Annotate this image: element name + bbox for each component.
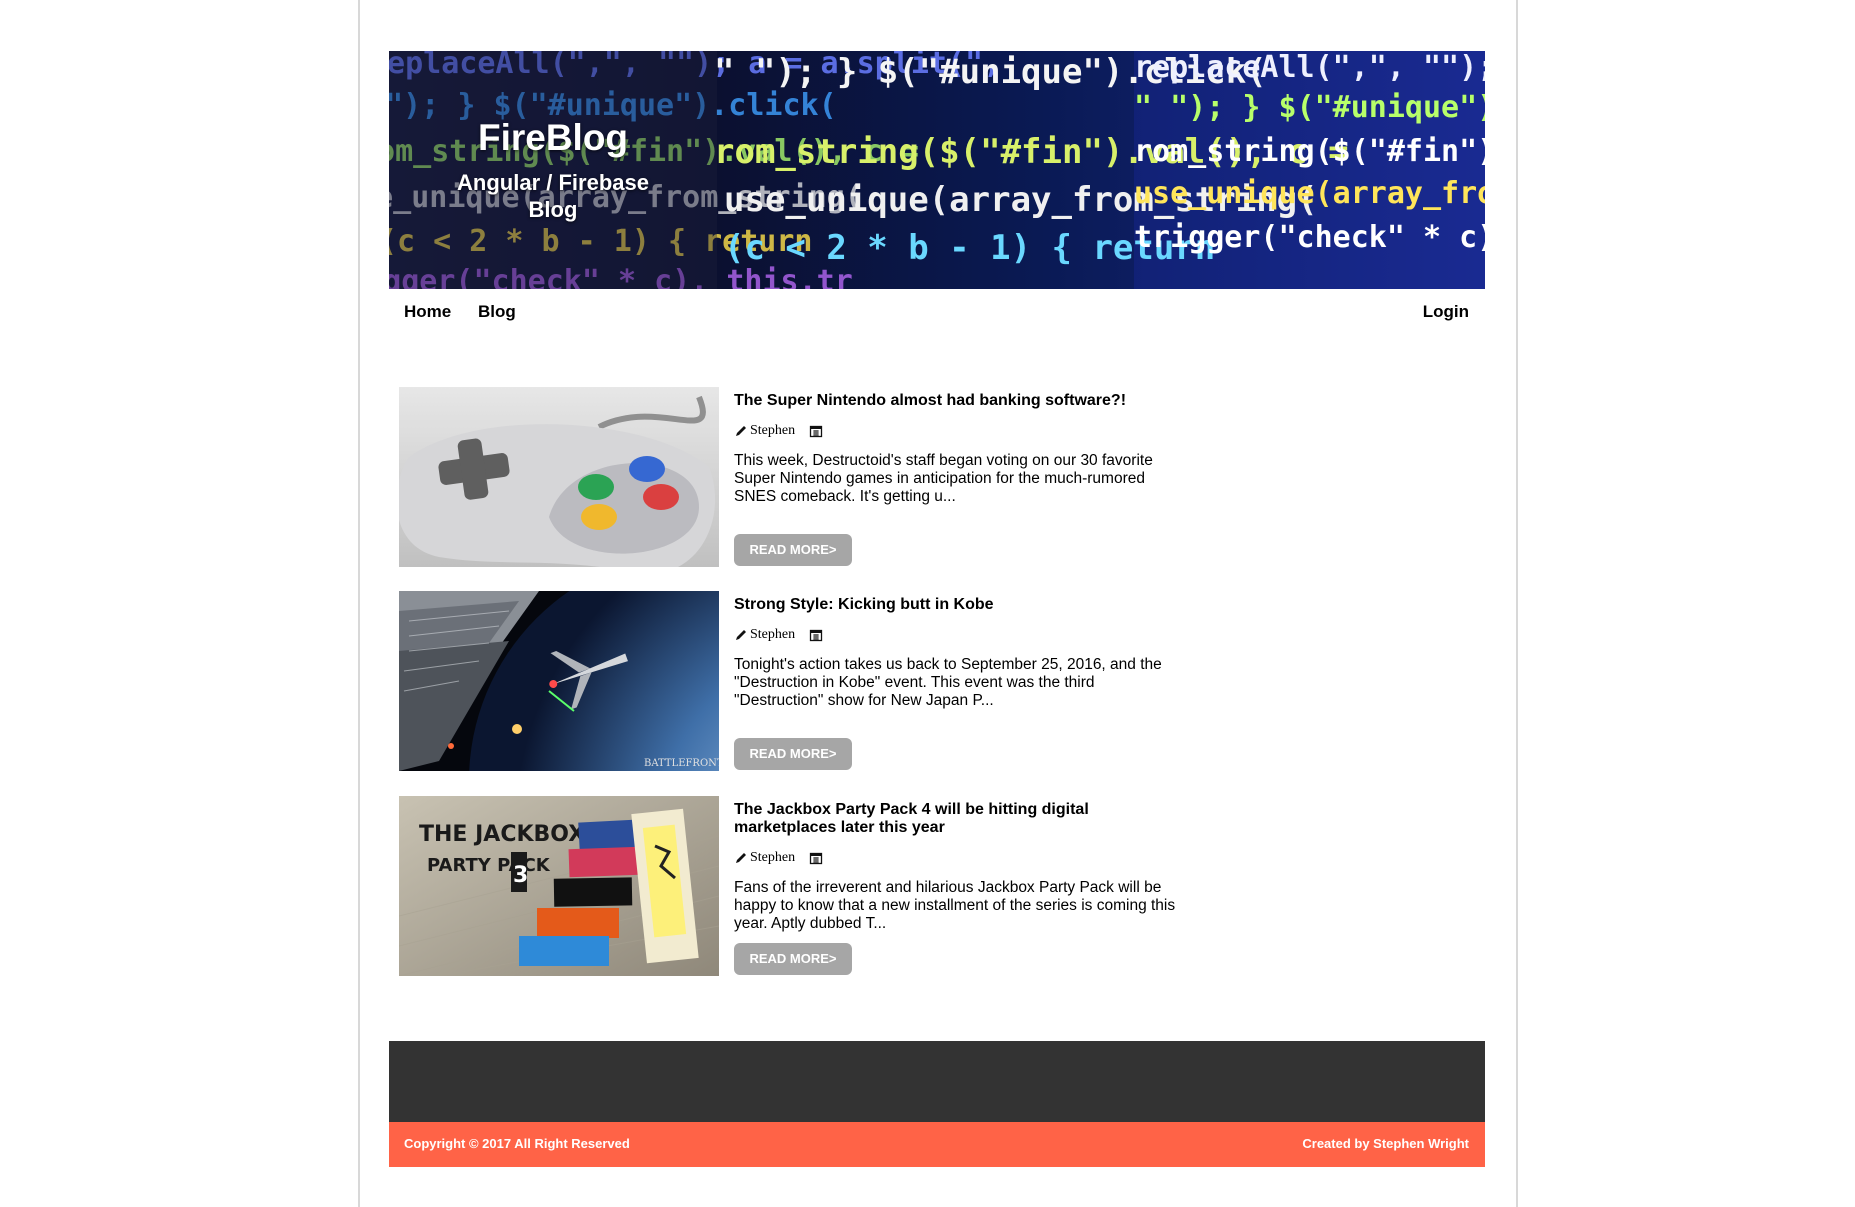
site-title[interactable]: FireBlog [389,115,717,161]
nav-login-link[interactable]: Login [1423,302,1469,322]
post-meta: Stephen [734,626,1184,644]
footer-bar: Copyright © 2017 All Right Reserved Crea… [389,1122,1485,1167]
post-thumbnail-jackbox-party-pack[interactable]: THE JACKBOX PARTY PACK 3 [399,796,719,976]
nav-blog-link[interactable]: Blog [478,302,516,322]
post-thumbnail-space-battle[interactable]: BATTLEFRONT II [399,591,719,771]
read-more-button[interactable]: READ MORE> [734,943,852,975]
post-title[interactable]: Strong Style: Kicking butt in Kobe [734,596,1184,614]
footer-credit: Created by Stephen Wright [1302,1136,1469,1151]
calendar-icon [809,851,823,865]
site-subtitle: Angular / Firebase Blog [457,170,649,222]
pencil-icon [734,424,748,438]
post-excerpt: Fans of the irreverent and hilarious Jac… [734,879,1176,932]
calendar-icon [809,424,823,438]
image-caption: BATTLEFRONT II [644,758,719,769]
post-body: The Super Nintendo almost had banking so… [734,387,1184,506]
post-body: The Jackbox Party Pack 4 will be hitting… [734,796,1184,933]
image-caption: 3 [513,863,528,888]
post-meta: Stephen [734,849,1184,867]
post-meta: Stephen [734,422,1184,440]
post-card: THE JACKBOX PARTY PACK 3 The Jackbox Par… [399,796,1199,976]
post-title[interactable]: The Super Nintendo almost had banking so… [734,392,1184,410]
post-author: Stephen [750,423,796,438]
read-more-button[interactable]: READ MORE> [734,738,852,770]
code-line: trigger("check" * c), this.tr [1134,220,1485,255]
post-card: The Super Nintendo almost had banking so… [399,387,1199,567]
code-line: rom_string($("#fin").val(), c = [1134,134,1485,169]
calendar-icon [809,628,823,642]
footer-copyright: Copyright © 2017 All Right Reserved [404,1136,630,1151]
footer-dark-panel [389,1041,1485,1122]
post-body: Strong Style: Kicking butt in Kobe Steph… [734,591,1184,710]
image-caption: THE JACKBOX [419,822,585,847]
nav-home-link[interactable]: Home [404,302,451,322]
main-nav: Home Blog Login [389,302,1485,332]
post-excerpt: Tonight's action takes us back to Septem… [734,656,1162,709]
code-line: " "); } $("#unique").click( [1134,90,1485,125]
pencil-icon [734,628,748,642]
brand: FireBlog Angular / Firebase Blog [389,115,717,223]
read-more-button[interactable]: READ MORE> [734,534,852,566]
code-line: replaceAll(",", ""); a = a.split(", [1134,51,1485,85]
pencil-icon [734,851,748,865]
post-excerpt: This week, Destructoid's staff began vot… [734,452,1153,505]
code-line: use_unique(array_from_string( [1134,176,1485,211]
image-caption: PARTY PACK [427,855,551,876]
post-author: Stephen [750,627,796,642]
post-author: Stephen [750,850,796,865]
header-banner: replaceAll(",", ""); a = a.split(", " ")… [389,51,1485,289]
post-card: BATTLEFRONT II Strong Style: Kicking but… [399,591,1199,771]
post-thumbnail-snes-controller[interactable] [399,387,719,567]
post-title[interactable]: The Jackbox Party Pack 4 will be hitting… [734,801,1184,837]
